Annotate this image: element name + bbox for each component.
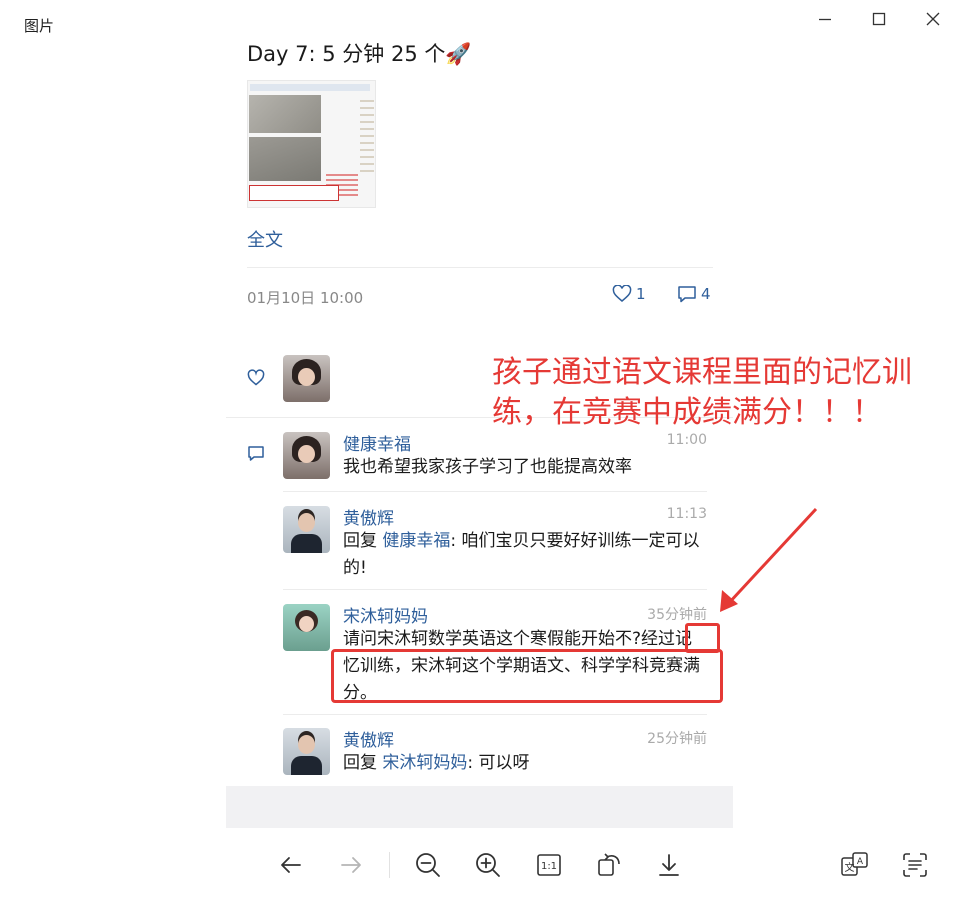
commenter-avatar[interactable] [283,506,330,553]
maximize-icon [872,12,886,26]
forward-arrow-icon [341,857,361,873]
thumb-paper-photo [249,137,321,181]
ocr-button[interactable] [897,848,933,882]
zoom-out-button[interactable] [410,848,446,882]
download-icon [659,854,679,876]
comment-time: 35分钟前 [647,607,707,623]
window-title: 图片 [24,17,55,35]
full-text-link[interactable]: 全文 [247,226,283,252]
liker-avatar[interactable] [283,355,330,402]
next-button[interactable] [333,848,369,882]
comment-divider [283,589,707,590]
zoom-in-button[interactable] [470,848,506,882]
rotate-icon [598,853,620,876]
comment-icon [678,286,696,303]
like-button[interactable]: 1 [612,285,646,303]
download-button[interactable] [651,848,687,882]
actual-size-button[interactable]: 1:1 [531,848,567,882]
zoom-out-icon [416,853,440,877]
commenter-avatar[interactable] [283,728,330,775]
reply-prefix: 回复 [343,753,383,773]
ocr-icon [903,853,927,877]
commenter-name[interactable]: 黄傲辉 [343,504,394,529]
comment-input-area [226,786,733,828]
comment-text: 回复 宋沐轲妈妈: 可以呀 [343,750,707,777]
comment-text: 回复 健康幸福: 咱们宝贝只要好好训练一定可以的! [343,528,707,582]
previous-button[interactable] [273,848,309,882]
thumb-photo [249,95,321,133]
comment-button[interactable]: 4 [677,285,711,303]
rotate-button[interactable] [591,848,627,882]
reply-prefix: 回复 [343,531,383,551]
heart-icon [612,285,632,302]
post-title: Day 7: 5 分钟 25 个🚀 [247,42,472,66]
reply-to-name[interactable]: 健康幸福 [382,531,450,551]
comment-count: 4 [701,285,711,303]
commenter-avatar[interactable] [283,432,330,479]
post-thumbnail[interactable] [247,80,376,208]
comment-text: 我也希望我家孩子学习了也能提高效率 [343,457,632,477]
comment-item[interactable]: 黄傲辉 11:13 回复 健康幸福: 咱们宝贝只要好好训练一定可以的! [283,504,733,584]
commenter-name[interactable]: 宋沐轲妈妈 [343,602,428,627]
svg-text:A: A [857,857,864,867]
annotation-box-large [331,649,723,703]
minimize-button[interactable] [804,6,846,32]
close-icon [926,12,940,26]
image-viewer: 图片 Day 7: 5 分钟 25 个🚀 全文 01月10日 10:00 1 4… [0,0,960,900]
translate-button[interactable]: A文 [837,848,873,882]
toolbar-divider [389,852,390,878]
minimize-icon [819,18,831,21]
comment-section-icon [248,446,264,461]
like-count: 1 [636,285,646,303]
annotation-text: 孩子通过语文课程里面的记忆训练，在竞赛中成绩满分！！！ [492,355,912,430]
thumb-header [250,84,370,91]
actual-size-icon: 1:1 [537,854,561,876]
post-timestamp: 01月10日 10:00 [247,289,364,307]
thumb-caption-box [249,185,339,201]
zoom-in-icon [476,853,500,877]
svg-text:文: 文 [845,861,855,874]
comment-time: 25分钟前 [647,731,707,747]
commenter-name[interactable]: 黄傲辉 [343,726,394,751]
reply-body: : 可以呀 [467,753,530,773]
actual-size-label: 1:1 [541,861,557,872]
translate-icon: A文 [841,852,868,876]
divider [247,267,713,268]
reply-to-name[interactable]: 宋沐轲妈妈 [382,753,467,773]
like-section-heart-icon [247,369,265,386]
comment-item[interactable]: 健康幸福 11:00 我也希望我家孩子学习了也能提高效率 [283,430,733,490]
thumb-sidebar [360,95,374,175]
comment-divider [283,714,707,715]
commenter-name[interactable]: 健康幸福 [343,430,411,455]
comment-divider [283,491,707,492]
commenter-avatar[interactable] [283,604,330,651]
comment-item[interactable]: 黄傲辉 25分钟前 回复 宋沐轲妈妈: 可以呀 [283,726,733,784]
comment-time: 11:13 [666,506,707,522]
maximize-button[interactable] [858,6,900,32]
back-arrow-icon [281,857,301,873]
close-button[interactable] [912,6,954,32]
comment-time: 11:00 [666,432,707,448]
